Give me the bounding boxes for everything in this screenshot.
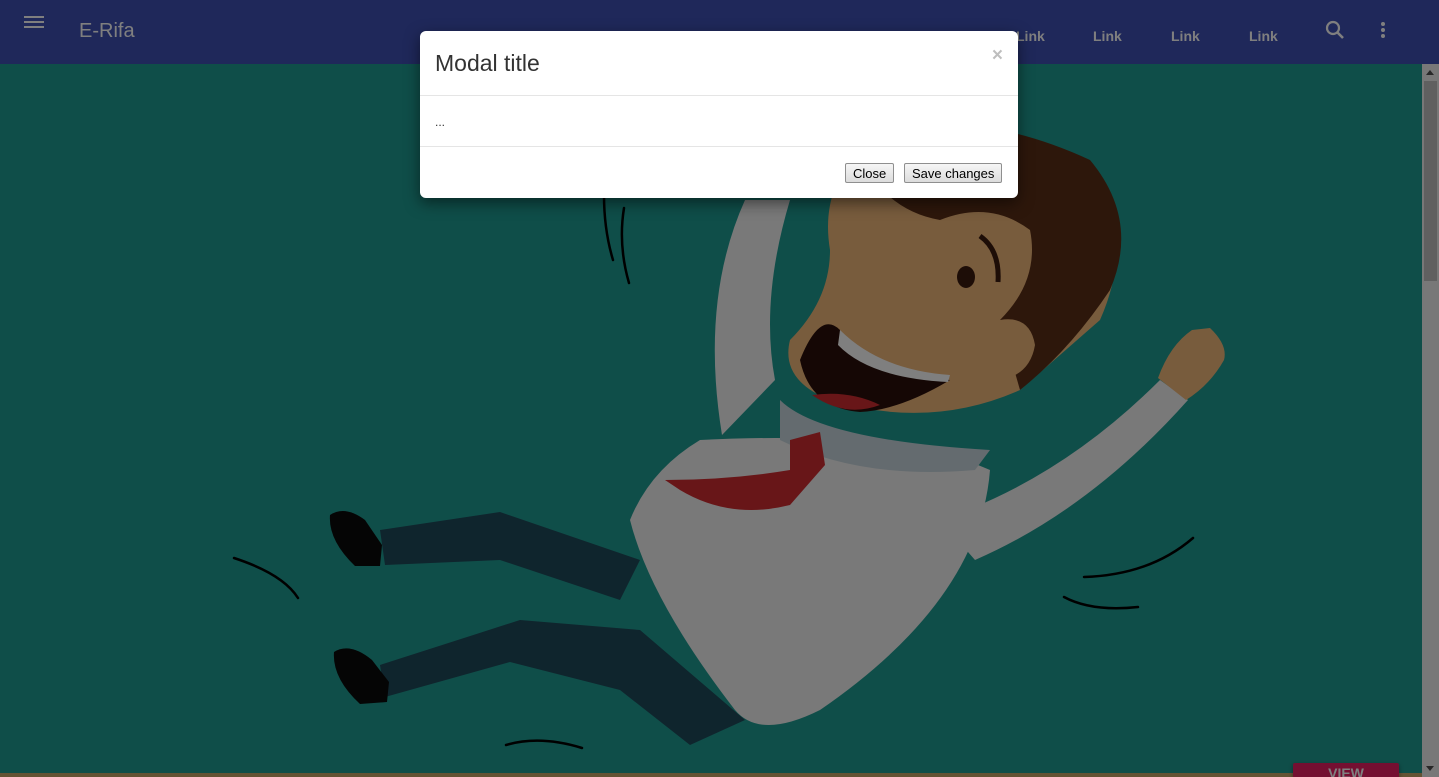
modal-body: ... — [435, 115, 446, 129]
close-icon[interactable]: × — [992, 45, 1003, 67]
close-button[interactable]: Close — [845, 163, 895, 183]
save-changes-button[interactable]: Save changes — [904, 163, 1003, 183]
modal-header: Modal title × — [420, 31, 1018, 96]
modal-footer: Close Save changes — [420, 146, 1018, 199]
modal-dialog: Modal title × ... Close Save changes — [420, 31, 1018, 198]
modal-title: Modal title — [435, 50, 540, 76]
